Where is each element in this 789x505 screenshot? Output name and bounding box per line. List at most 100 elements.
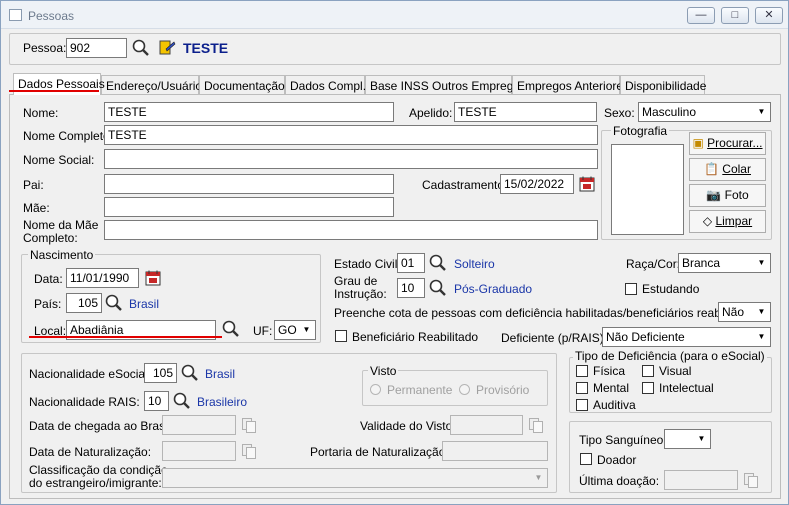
data-nascimento-input[interactable]: 11/01/1990 <box>66 268 139 288</box>
nac-esocial-code-input[interactable]: 105 <box>144 363 177 383</box>
tipo-sanguineo-label: Tipo Sanguíneo: <box>579 433 667 447</box>
intelectual-label: Intelectual <box>659 381 714 395</box>
tipo-sanguineo-select[interactable]: ▼ <box>664 429 711 449</box>
fisica-checkbox[interactable] <box>576 365 588 377</box>
provisorio-label: Provisório <box>476 383 530 397</box>
nome-completo-label: Nome Completo: <box>23 129 114 143</box>
camera-icon: 📷 <box>706 188 722 202</box>
search-nac-esocial-icon[interactable] <box>180 363 200 383</box>
paste-icon: 📋 <box>704 162 719 176</box>
validade-input[interactable] <box>450 415 523 435</box>
search-pessoa-icon[interactable] <box>131 38 151 58</box>
nome-completo-input[interactable]: TESTE <box>104 125 598 145</box>
nac-rais-name: Brasileiro <box>197 395 248 409</box>
deficiente-select[interactable]: Não Deficiente ▼ <box>602 327 771 347</box>
pais-name: Brasil <box>129 297 160 311</box>
copy-icon[interactable] <box>241 417 257 433</box>
chevron-down-icon: ▼ <box>754 255 769 271</box>
provisorio-radio[interactable] <box>459 384 470 395</box>
raca-select[interactable]: Branca ▼ <box>678 253 771 273</box>
grau-code-input[interactable]: 10 <box>397 278 425 298</box>
sexo-select[interactable]: Masculino ▼ <box>638 102 771 122</box>
tab-empregos-anteriores[interactable]: Empregos Anteriores <box>512 75 629 95</box>
auditiva-checkbox[interactable] <box>576 399 588 411</box>
limpar-button[interactable]: ◇ Limpar <box>689 210 766 233</box>
colar-button[interactable]: 📋 Colar <box>689 158 766 181</box>
copy-icon[interactable] <box>743 472 759 488</box>
uf-select[interactable]: GO ▼ <box>274 320 316 340</box>
minimize-button[interactable]: — <box>687 7 715 24</box>
permanente-radio[interactable] <box>370 384 381 395</box>
chegada-label: Data de chegada ao Brasil: <box>29 419 174 433</box>
ultima-doacao-label: Última doação: <box>579 474 660 488</box>
sexo-value: Masculino <box>642 105 697 119</box>
calendar-icon[interactable] <box>145 270 161 286</box>
active-tab-highlight <box>9 90 99 92</box>
naturalizacao-input[interactable] <box>162 441 236 461</box>
portaria-input[interactable] <box>442 441 548 461</box>
procurar-button[interactable]: ▣ Procurar... <box>689 132 766 155</box>
edit-pessoa-icon[interactable] <box>158 39 176 57</box>
search-estado-civil-icon[interactable] <box>428 253 448 273</box>
tab-dados-compl[interactable]: Dados Compl. <box>285 75 367 95</box>
tab-endereco-usuario[interactable]: Endereço/Usuário <box>101 75 203 95</box>
ultima-doacao-input[interactable] <box>664 470 738 490</box>
cota-select[interactable]: Não ▼ <box>718 302 771 322</box>
apelido-input[interactable]: TESTE <box>454 102 597 122</box>
chevron-down-icon: ▼ <box>754 304 769 320</box>
copy-icon[interactable] <box>241 443 257 459</box>
classificacao-select[interactable]: ▼ <box>162 468 548 488</box>
tab-label: Empregos Anteriores <box>517 79 630 93</box>
visual-checkbox[interactable] <box>642 365 654 377</box>
naturalizacao-label: Data de Naturalização: <box>29 445 152 459</box>
tab-label: Base INSS Outros Empregos <box>370 79 527 93</box>
chegada-input[interactable] <box>162 415 236 435</box>
estado-civil-label: Estado Civil: <box>334 257 401 271</box>
copy-icon[interactable] <box>528 417 544 433</box>
search-pais-icon[interactable] <box>104 293 124 313</box>
close-button[interactable]: ✕ <box>755 7 783 24</box>
tab-disponibilidade[interactable]: Disponibilidade <box>620 75 707 95</box>
pai-input[interactable] <box>104 174 394 194</box>
calendar-icon[interactable] <box>579 176 595 192</box>
nac-rais-code-input[interactable]: 10 <box>144 391 169 411</box>
estado-civil-code-input[interactable]: 01 <box>397 253 425 273</box>
nac-rais-label: Nacionalidade RAIS: <box>29 395 140 409</box>
maximize-icon: □ <box>731 9 739 21</box>
colar-button-label: Colar <box>722 162 751 176</box>
nome-social-input[interactable] <box>104 149 598 169</box>
estudando-checkbox[interactable] <box>625 283 637 295</box>
validade-label: Validade do Visto: <box>360 419 456 433</box>
auditiva-label: Auditiva <box>593 398 636 412</box>
doador-checkbox[interactable] <box>580 453 592 465</box>
intelectual-checkbox[interactable] <box>642 382 654 394</box>
tab-label: Dados Compl. <box>290 79 367 93</box>
pais-code-input[interactable]: 105 <box>66 293 102 313</box>
nome-mae-completo-input[interactable] <box>104 220 598 240</box>
pessoa-code-input[interactable]: 902 <box>66 38 127 58</box>
chevron-down-icon: ▼ <box>754 329 769 345</box>
maximize-button[interactable]: □ <box>721 7 749 24</box>
nome-input[interactable]: TESTE <box>104 102 394 122</box>
pai-label: Pai: <box>23 178 44 192</box>
search-nac-rais-icon[interactable] <box>172 391 192 411</box>
pessoa-label: Pessoa: <box>23 41 67 55</box>
nome-mae-completo-label-2: Completo: <box>23 231 78 245</box>
tab-label: Disponibilidade <box>625 79 707 93</box>
tab-label: Endereço/Usuário <box>106 79 203 93</box>
limpar-button-label: Limpar <box>715 214 753 228</box>
beneficiario-checkbox[interactable] <box>335 330 347 342</box>
tab-base-inss[interactable]: Base INSS Outros Empregos <box>365 75 526 95</box>
photo-frame[interactable] <box>611 144 684 235</box>
estado-civil-name: Solteiro <box>454 257 495 271</box>
search-grau-icon[interactable] <box>428 278 448 298</box>
mental-checkbox[interactable] <box>576 382 588 394</box>
visto-label: Visto <box>368 364 399 378</box>
raca-label: Raça/Cor: <box>626 257 681 271</box>
mae-input[interactable] <box>104 197 394 217</box>
tab-documentacao[interactable]: Documentação <box>199 75 285 95</box>
foto-button[interactable]: 📷 Foto <box>689 184 766 207</box>
search-local-icon[interactable] <box>221 319 241 339</box>
chevron-down-icon: ▼ <box>531 470 546 486</box>
cadastramento-input[interactable]: 15/02/2022 <box>500 174 574 194</box>
